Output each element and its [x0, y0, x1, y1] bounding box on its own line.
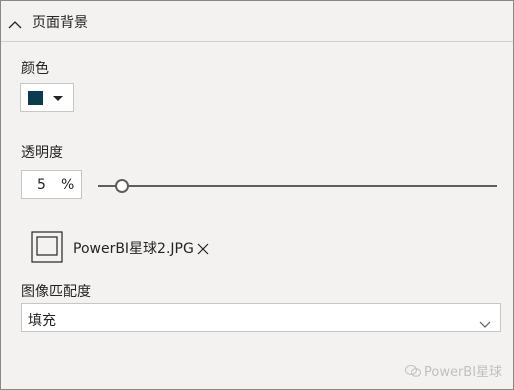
slider-track[interactable] [98, 185, 497, 187]
section-title: 页面背景 [32, 15, 88, 31]
section-header[interactable]: 页面背景 [1, 1, 513, 42]
color-picker-button[interactable] [20, 83, 74, 112]
image-fit-label: 图像匹配度 [21, 284, 91, 300]
remove-image-icon[interactable] [197, 240, 209, 259]
transparency-label: 透明度 [21, 145, 63, 161]
image-file-row: PowerBI星球2.JPG [31, 231, 291, 263]
watermark-text: PowerBI星球 [424, 365, 503, 380]
image-fit-selected: 填充 [28, 313, 56, 329]
image-fit-dropdown[interactable]: 填充 [21, 303, 501, 332]
transparency-slider[interactable] [98, 177, 497, 195]
wechat-logo-icon [405, 364, 421, 382]
caret-down-icon [53, 96, 63, 101]
slider-thumb[interactable] [115, 179, 129, 193]
page-background-panel: 页面背景 颜色 透明度 5 % PowerBI星球2.JPG 图像匹配度 填充 [0, 0, 514, 390]
image-file-name: PowerBI星球2.JPG [73, 241, 194, 257]
chevron-down-icon [479, 314, 491, 333]
watermark: PowerBI星球 [405, 361, 502, 382]
percent-unit: % [61, 177, 75, 193]
transparency-input[interactable]: 5 % [21, 170, 82, 199]
chevron-up-icon[interactable] [8, 15, 22, 34]
color-swatch [28, 91, 43, 105]
transparency-value: 5 [37, 177, 46, 193]
image-thumbnail-icon [31, 231, 63, 267]
color-label: 颜色 [21, 61, 49, 77]
